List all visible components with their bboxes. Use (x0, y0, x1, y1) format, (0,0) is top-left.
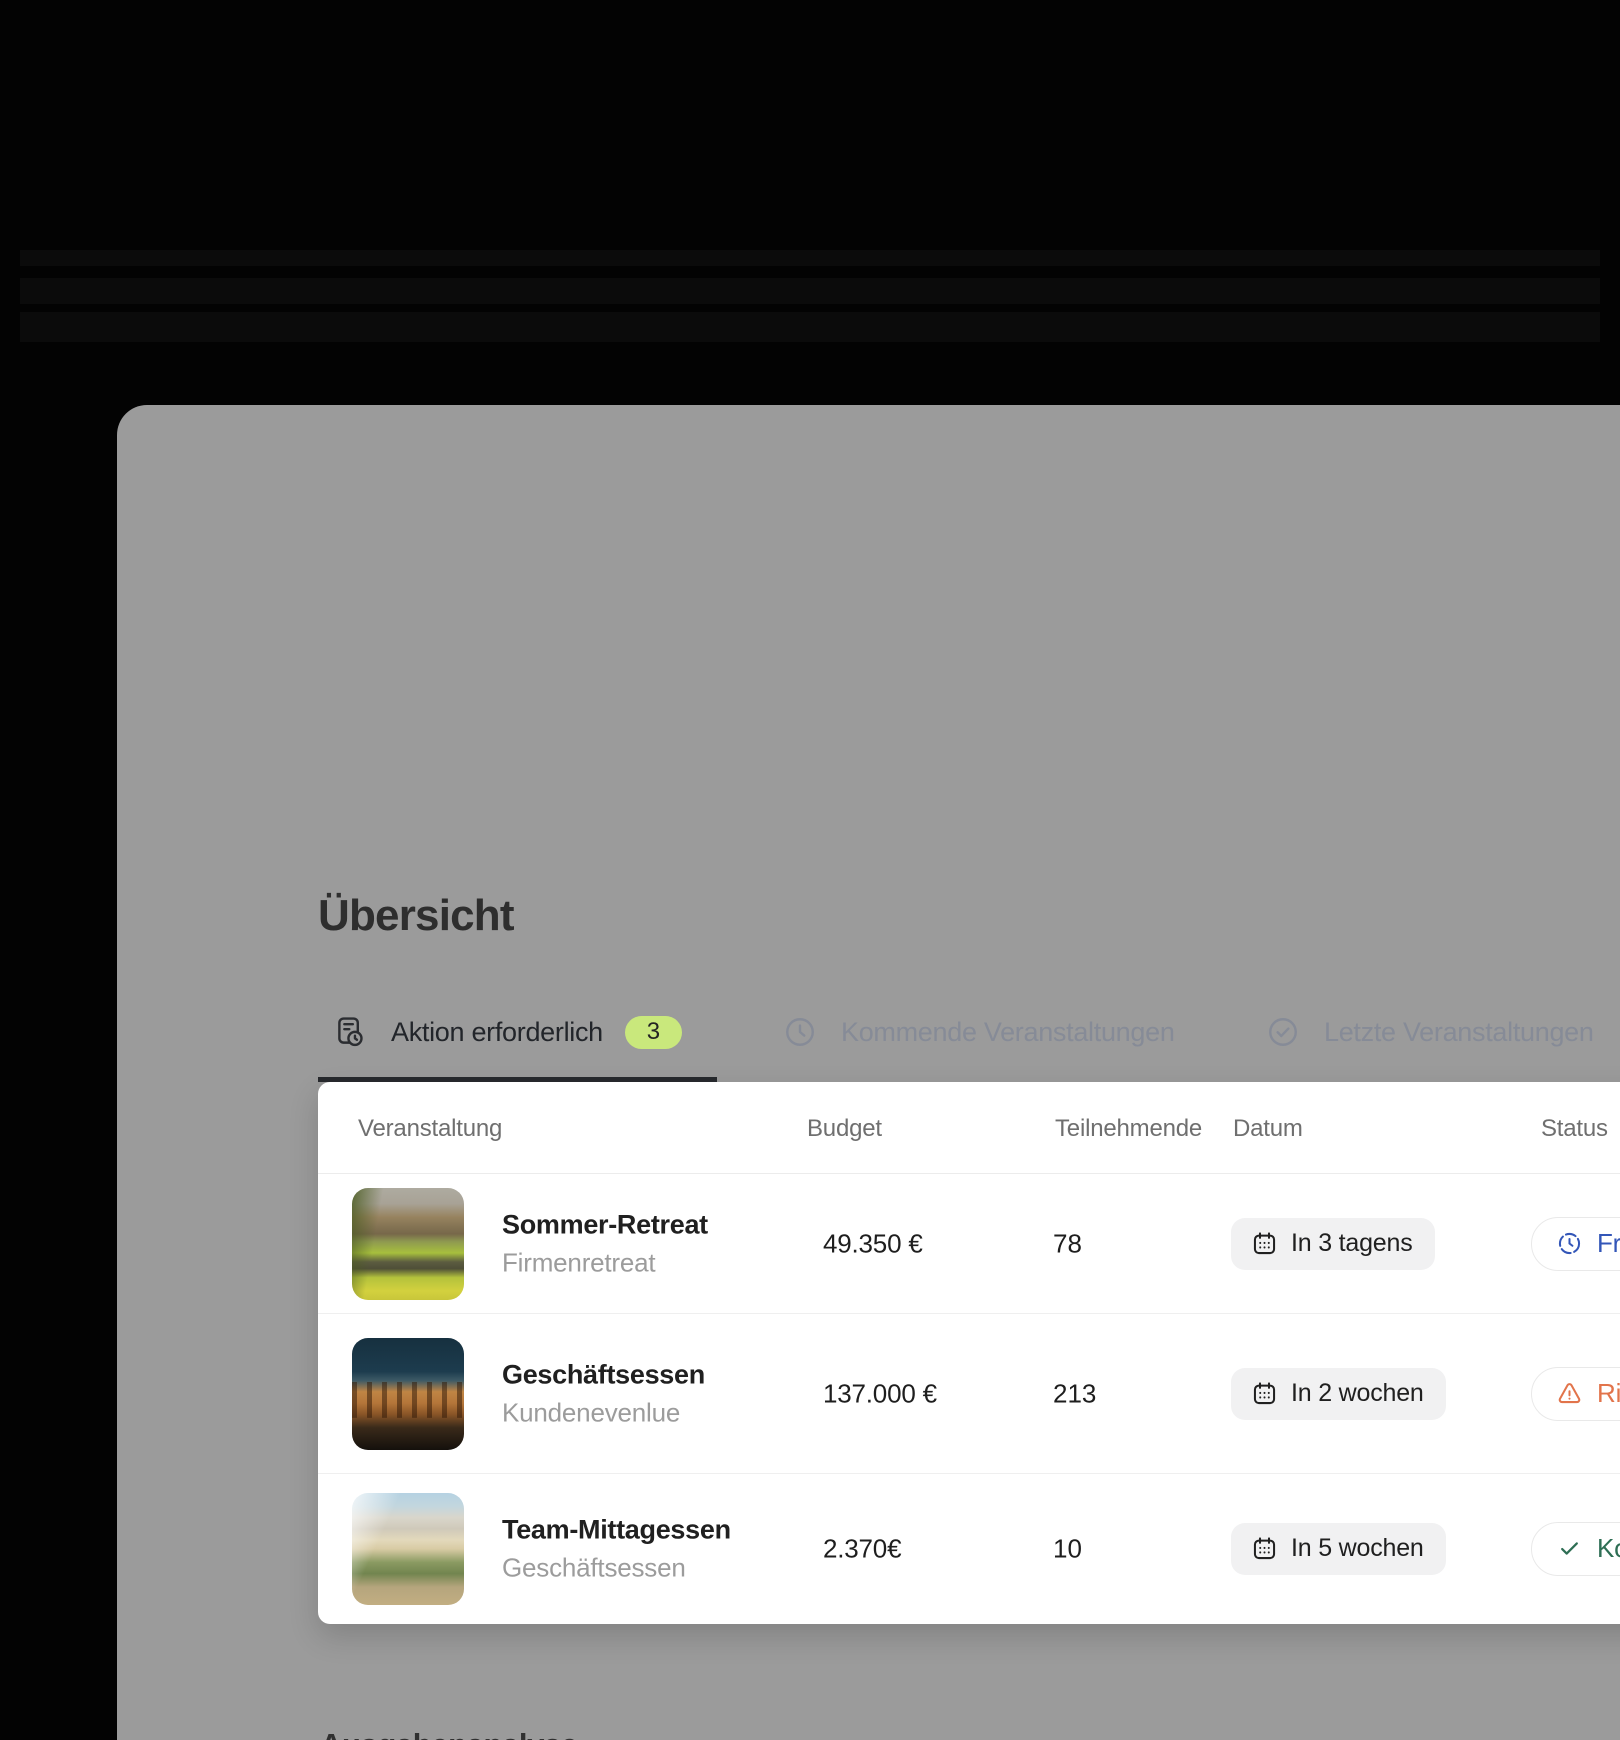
status-badge: Konform (1531, 1522, 1620, 1576)
event-budget: 2.370€ (823, 1533, 901, 1564)
column-header-attendees: Teilnehmende (1055, 1115, 1202, 1143)
date-chip-label: In 2 wochen (1291, 1379, 1424, 1408)
event-photo-night-building (352, 1338, 464, 1450)
background-texture (20, 312, 1600, 342)
event-title: Geschäftsessen (502, 1359, 705, 1390)
events-table: Veranstaltung Budget Teilnehmende Datum … (318, 1082, 1620, 1624)
tab-label: Aktion erforderlich (391, 1017, 603, 1048)
status-label: Konform (1597, 1533, 1620, 1564)
column-header-status: Status (1541, 1115, 1608, 1143)
date-chip: In 5 wochen (1231, 1523, 1446, 1575)
event-attendees: 78 (1053, 1228, 1082, 1259)
table-row[interactable]: Sommer-Retreat Firmenretreat 49.350 € 78… (318, 1174, 1620, 1314)
expense-analysis-heading: Ausgabenanalyse (320, 1727, 578, 1740)
event-titles: Geschäftsessen Kundenevenlue (502, 1359, 705, 1428)
event-titles: Team-Mittagessen Geschäftsessen (502, 1514, 731, 1583)
event-subtitle: Geschäftsessen (502, 1552, 731, 1583)
tab-label: Kommende Veranstaltungen (841, 1017, 1175, 1048)
event-photo-villa (352, 1188, 464, 1300)
active-tab-underline (318, 1077, 717, 1082)
column-header-date: Datum (1233, 1115, 1303, 1143)
event-budget: 49.350 € (823, 1228, 923, 1259)
overview-panel: Übersicht Aktion erforderlich 3 Kommende… (117, 405, 1620, 1740)
screen: Übersicht Aktion erforderlich 3 Kommende… (0, 0, 1620, 1740)
calendar-icon (1251, 1380, 1278, 1407)
date-chip: In 2 wochen (1231, 1368, 1446, 1420)
date-chip-label: In 5 wochen (1291, 1534, 1424, 1563)
calendar-icon (1251, 1535, 1278, 1562)
date-chip: In 3 tagens (1231, 1218, 1435, 1270)
column-header-event: Veranstaltung (358, 1115, 502, 1143)
calendar-icon (1251, 1230, 1278, 1257)
event-photo-terrace (352, 1493, 464, 1605)
check-icon (1556, 1535, 1583, 1562)
background-texture (20, 278, 1600, 304)
tab-letzte-veranstaltungen[interactable]: Letzte Veranstaltungen (1266, 1005, 1594, 1059)
status-badge: Freigabe erf (1531, 1217, 1620, 1271)
event-subtitle: Firmenretreat (502, 1247, 708, 1278)
table-row[interactable]: Team-Mittagessen Geschäftsessen 2.370€ 1… (318, 1474, 1620, 1623)
status-badge: Richtlinienw (1531, 1367, 1620, 1421)
page-title: Übersicht (318, 891, 514, 941)
warning-triangle-icon (1556, 1380, 1583, 1407)
background-texture (20, 250, 1600, 266)
check-circle-icon (1266, 1015, 1300, 1049)
event-title: Sommer-Retreat (502, 1209, 708, 1240)
tab-label: Letzte Veranstaltungen (1324, 1017, 1594, 1048)
status-label: Richtlinienw (1597, 1378, 1620, 1409)
clock-icon (783, 1015, 817, 1049)
pending-clock-icon (1556, 1230, 1583, 1257)
event-budget: 137.000 € (823, 1378, 937, 1409)
tab-count-badge: 3 (625, 1016, 682, 1049)
event-subtitle: Kundenevenlue (502, 1397, 705, 1428)
tab-aktion-erforderlich[interactable]: Aktion erforderlich 3 (333, 1005, 682, 1059)
table-row[interactable]: Geschäftsessen Kundenevenlue 137.000 € 2… (318, 1314, 1620, 1474)
date-chip-label: In 3 tagens (1291, 1229, 1413, 1258)
document-clock-icon (333, 1015, 367, 1049)
event-attendees: 10 (1053, 1533, 1082, 1564)
table-header: Veranstaltung Budget Teilnehmende Datum … (318, 1082, 1620, 1174)
event-attendees: 213 (1053, 1378, 1096, 1409)
status-label: Freigabe erf (1597, 1228, 1620, 1259)
tab-kommende-veranstaltungen[interactable]: Kommende Veranstaltungen (783, 1005, 1175, 1059)
event-title: Team-Mittagessen (502, 1514, 731, 1545)
event-titles: Sommer-Retreat Firmenretreat (502, 1209, 708, 1278)
column-header-budget: Budget (807, 1115, 882, 1143)
